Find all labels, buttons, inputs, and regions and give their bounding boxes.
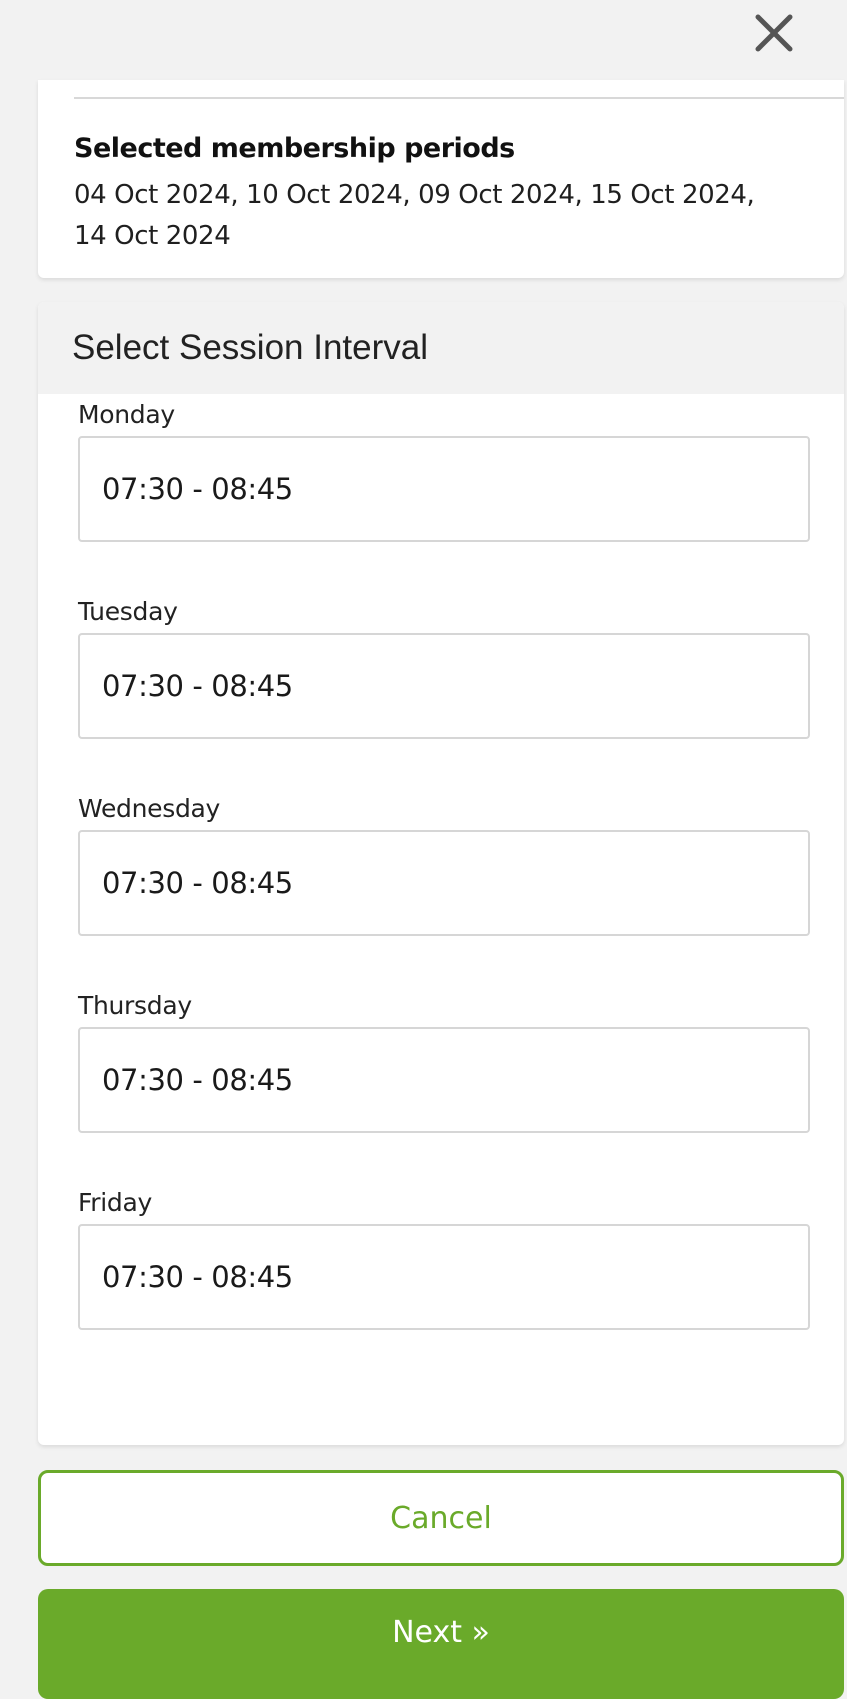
day-label-wednesday: Wednesday: [78, 794, 221, 823]
top-bar: [0, 0, 847, 80]
day-label-monday: Monday: [78, 400, 175, 429]
session-interval-title: Select Session Interval: [72, 328, 429, 367]
session-value: 07:30 - 08:45: [102, 1260, 293, 1294]
close-icon: [755, 14, 793, 52]
session-select-monday[interactable]: 07:30 - 08:45: [78, 436, 810, 542]
session-interval-header: Select Session Interval: [38, 302, 844, 394]
session-value: 07:30 - 08:45: [102, 472, 293, 506]
membership-periods-title: Selected membership periods: [74, 133, 515, 164]
membership-periods-line: 04 Oct 2024, 10 Oct 2024, 09 Oct 2024, 1…: [74, 180, 755, 210]
session-select-wednesday[interactable]: 07:30 - 08:45: [78, 830, 810, 936]
day-label-friday: Friday: [78, 1188, 152, 1217]
membership-periods-line: 14 Oct 2024: [74, 221, 231, 251]
next-button[interactable]: Next »: [38, 1589, 844, 1699]
session-select-friday[interactable]: 07:30 - 08:45: [78, 1224, 810, 1330]
membership-periods-value: 04 Oct 2024, 10 Oct 2024, 09 Oct 2024, 1…: [74, 175, 814, 257]
cancel-button[interactable]: Cancel: [38, 1470, 844, 1566]
session-select-tuesday[interactable]: 07:30 - 08:45: [78, 633, 810, 739]
day-label-thursday: Thursday: [78, 991, 192, 1020]
day-label-tuesday: Tuesday: [78, 597, 178, 626]
close-button[interactable]: [749, 8, 799, 58]
membership-periods-card: Selected membership periods 04 Oct 2024,…: [38, 80, 844, 278]
session-interval-card: Select Session Interval Monday 07:30 - 0…: [38, 302, 844, 1445]
divider: [74, 97, 844, 99]
session-select-thursday[interactable]: 07:30 - 08:45: [78, 1027, 810, 1133]
session-value: 07:30 - 08:45: [102, 866, 293, 900]
session-value: 07:30 - 08:45: [102, 1063, 293, 1097]
session-value: 07:30 - 08:45: [102, 669, 293, 703]
